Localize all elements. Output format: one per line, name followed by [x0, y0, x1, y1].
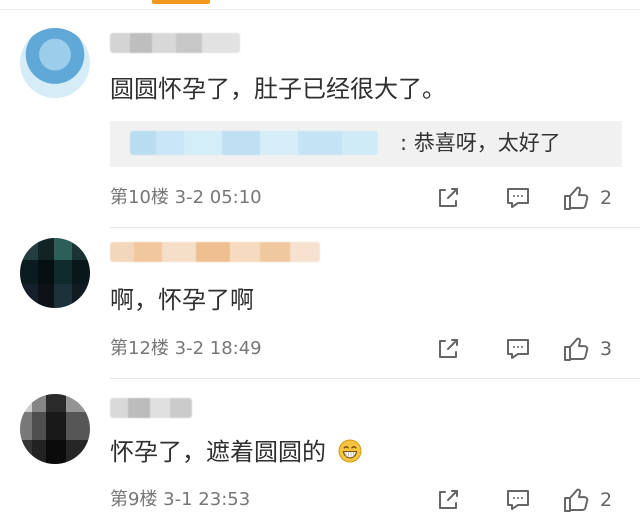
share-icon — [435, 487, 461, 513]
comment-icon — [504, 185, 532, 211]
comment-feed: 圆圆怀孕了，肚子已经很大了。 : 恭喜呀，太好了 第10楼 3-2 05:10 — [0, 0, 640, 531]
floor-and-time: 第10楼 3-2 05:10 — [110, 187, 262, 208]
share-icon — [435, 336, 461, 362]
comment-button[interactable] — [500, 486, 536, 514]
blurred-username[interactable] — [110, 398, 192, 418]
comment-meta-row: 第10楼 3-2 05:10 2 — [110, 184, 640, 212]
comment-meta-row: 第9楼 3-1 23:53 2 — [110, 486, 640, 514]
like-count: 3 — [600, 338, 613, 360]
like-count: 2 — [600, 489, 613, 511]
comment-icon — [504, 487, 532, 513]
comment-meta-row: 第12楼 3-2 18:49 3 — [110, 335, 640, 363]
reply-text: : 恭喜呀，太好了 — [400, 131, 561, 155]
blurred-username[interactable] — [110, 242, 320, 262]
share-button[interactable] — [430, 486, 466, 514]
grinning-face-emoji — [338, 439, 362, 463]
comment-text: 圆圆怀孕了，肚子已经很大了。 — [110, 75, 446, 103]
comment-text: 怀孕了，遮着圆圆的 — [110, 438, 326, 466]
like-button[interactable]: 2 — [562, 486, 632, 514]
top-divider — [0, 9, 640, 10]
avatar[interactable] — [20, 28, 90, 98]
floor-and-time: 第9楼 3-1 23:53 — [110, 489, 251, 510]
avatar[interactable] — [20, 238, 90, 308]
thumb-up-icon — [562, 184, 592, 212]
comment-text-row: 怀孕了，遮着圆圆的 — [110, 436, 362, 468]
like-button[interactable]: 2 — [562, 184, 632, 212]
blurred-reply-username — [130, 131, 378, 155]
comment-divider — [110, 227, 640, 228]
active-tab-indicator — [152, 0, 210, 4]
reply-preview[interactable]: : 恭喜呀，太好了 — [110, 121, 622, 167]
share-button[interactable] — [430, 184, 466, 212]
thumb-up-icon — [562, 335, 592, 363]
comment-button[interactable] — [500, 335, 536, 363]
comment-text: 啊，怀孕了啊 — [110, 286, 254, 314]
blurred-username[interactable] — [110, 33, 240, 53]
comment-divider — [110, 378, 640, 379]
comment-icon — [504, 336, 532, 362]
like-count: 2 — [600, 187, 613, 209]
floor-and-time: 第12楼 3-2 18:49 — [110, 338, 262, 359]
like-button[interactable]: 3 — [562, 335, 632, 363]
share-icon — [435, 185, 461, 211]
thumb-up-icon — [562, 486, 592, 514]
avatar[interactable] — [20, 394, 90, 464]
share-button[interactable] — [430, 335, 466, 363]
comment-button[interactable] — [500, 184, 536, 212]
